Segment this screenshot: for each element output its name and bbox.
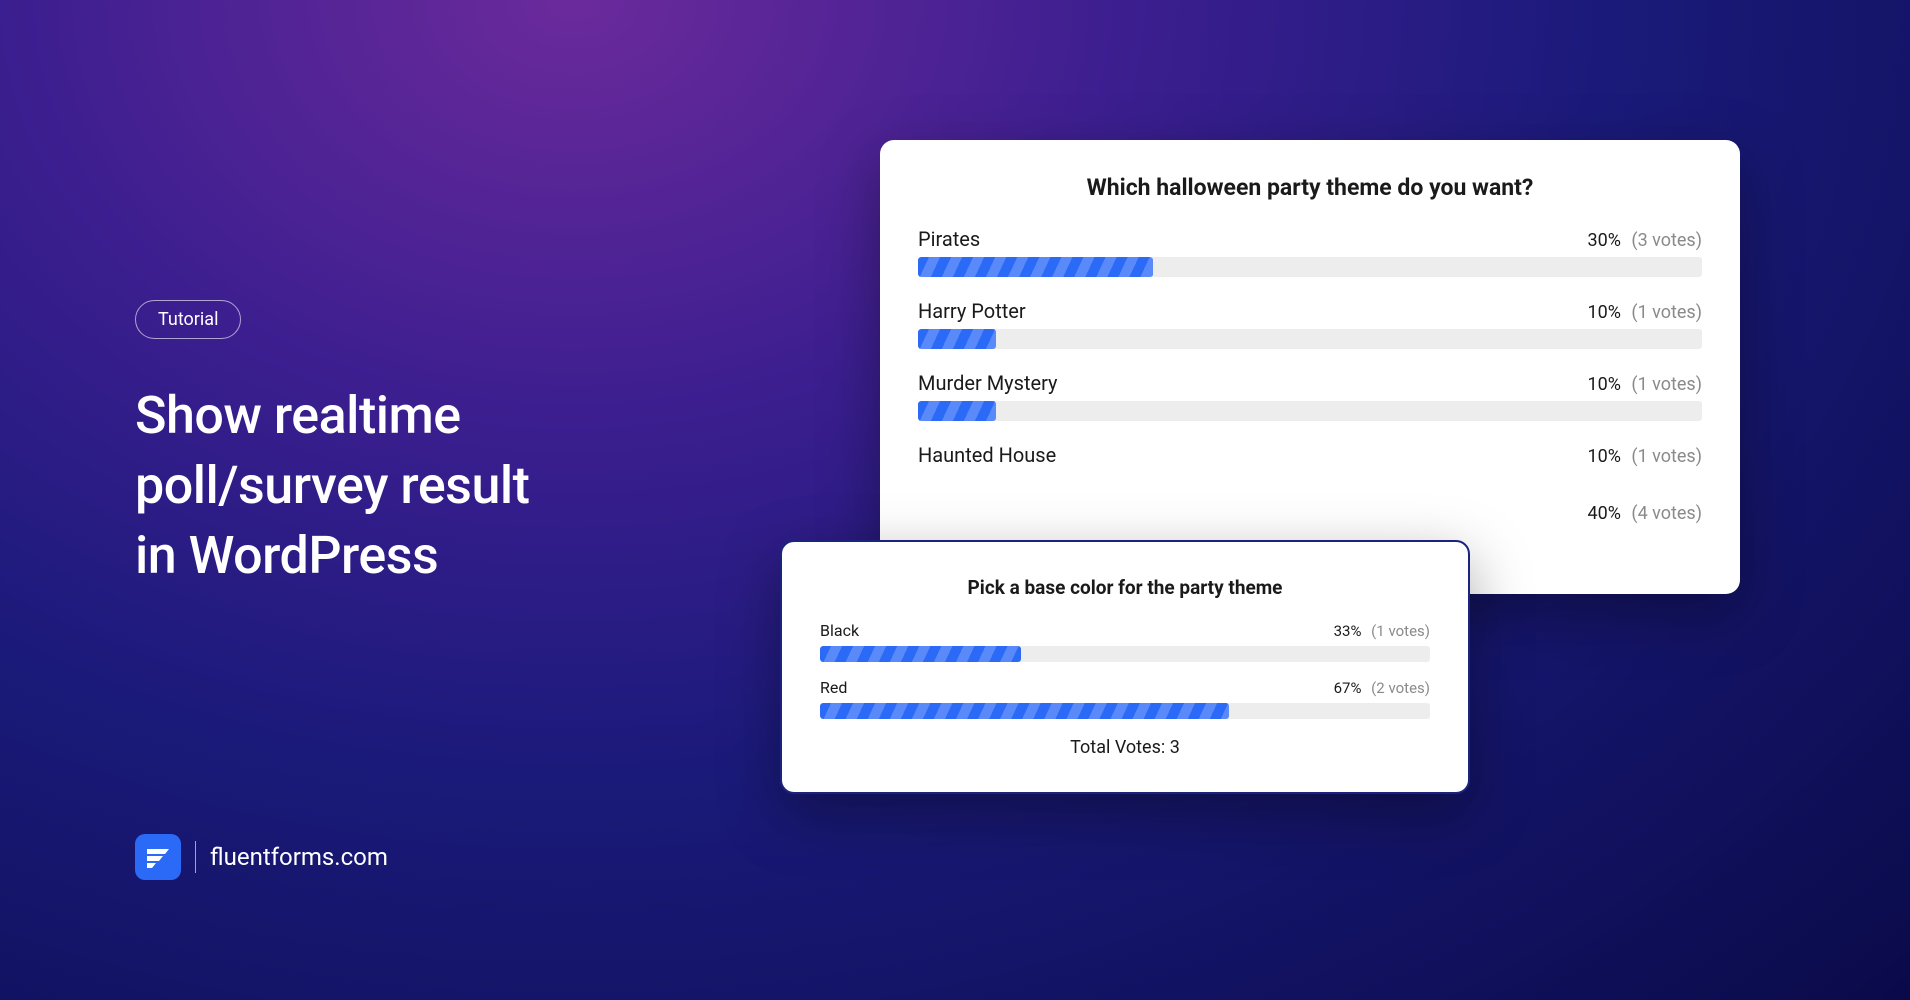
poll-option[interactable]: Murder Mystery 10% (1 votes): [918, 371, 1702, 421]
poll-option[interactable]: Black 33% (1 votes): [820, 621, 1430, 662]
poll-option-votes: (1 votes): [1631, 302, 1702, 323]
progress-track: [918, 329, 1702, 349]
headline-line-3: in WordPress: [135, 521, 529, 591]
brand-row: fluentforms.com: [135, 834, 388, 880]
headline-line-2: poll/survey result: [135, 451, 529, 521]
poll-option-stats: 10% (1 votes): [1588, 374, 1702, 395]
poll-option-pct: 33%: [1334, 622, 1362, 640]
poll-option-votes: (3 votes): [1631, 230, 1702, 251]
brand-text: fluentforms.com: [210, 843, 388, 871]
poll-option-pct: 10%: [1588, 446, 1621, 467]
poll-option[interactable]: 40% (4 votes): [918, 503, 1702, 524]
poll-option-votes: (4 votes): [1631, 503, 1702, 524]
poll-option-votes: (2 votes): [1371, 679, 1430, 697]
progress-fill: [918, 401, 996, 421]
poll-card-color: Pick a base color for the party theme Bl…: [780, 540, 1470, 794]
poll-option-label: Harry Potter: [918, 299, 1026, 323]
headline-line-1: Show realtime: [135, 381, 529, 451]
poll-option-stats: 10% (1 votes): [1588, 446, 1702, 467]
poll-option-votes: (1 votes): [1631, 446, 1702, 467]
progress-fill: [820, 646, 1021, 662]
poll-option-pct: 67%: [1334, 679, 1362, 697]
poll-option-votes: (1 votes): [1631, 374, 1702, 395]
progress-track: [820, 703, 1430, 719]
tutorial-badge: Tutorial: [135, 300, 241, 339]
poll-title: Pick a base color for the party theme: [820, 576, 1430, 599]
progress-fill: [918, 257, 1153, 277]
poll-option-stats: 67% (2 votes): [1334, 679, 1430, 697]
poll-option-label: Red: [820, 678, 847, 697]
progress-fill: [820, 703, 1229, 719]
poll-option-pct: 10%: [1588, 302, 1621, 323]
poll-option-stats: 33% (1 votes): [1334, 622, 1430, 640]
left-column: Tutorial Show realtime poll/survey resul…: [135, 300, 529, 592]
poll-option[interactable]: Harry Potter 10% (1 votes): [918, 299, 1702, 349]
poll-option-votes: (1 votes): [1371, 622, 1430, 640]
poll-option-label: Pirates: [918, 227, 980, 251]
poll-option-pct: 40%: [1588, 503, 1621, 524]
poll-card-theme: Which halloween party theme do you want?…: [880, 140, 1740, 594]
poll-option-stats: 30% (3 votes): [1588, 230, 1702, 251]
progress-track: [820, 646, 1430, 662]
poll-option[interactable]: Pirates 30% (3 votes): [918, 227, 1702, 277]
poll-option[interactable]: Red 67% (2 votes): [820, 678, 1430, 719]
progress-track: [918, 401, 1702, 421]
fluentforms-logo-icon: [135, 834, 181, 880]
poll-title: Which halloween party theme do you want?: [918, 174, 1702, 201]
progress-fill: [918, 329, 996, 349]
poll-option-stats: 40% (4 votes): [1588, 503, 1702, 524]
progress-track: [918, 257, 1702, 277]
poll-option-label: Haunted House: [918, 443, 1056, 467]
poll-option-pct: 10%: [1588, 374, 1621, 395]
total-votes: Total Votes: 3: [820, 737, 1430, 758]
poll-option-pct: 30%: [1588, 230, 1621, 251]
poll-option-stats: 10% (1 votes): [1588, 302, 1702, 323]
poll-option-label: Murder Mystery: [918, 371, 1058, 395]
brand-separator: [195, 841, 196, 873]
poll-option-label: Black: [820, 621, 859, 640]
hero-banner: Tutorial Show realtime poll/survey resul…: [0, 0, 1910, 1000]
headline: Show realtime poll/survey result in Word…: [135, 381, 529, 592]
poll-option[interactable]: Haunted House 10% (1 votes): [918, 443, 1702, 467]
